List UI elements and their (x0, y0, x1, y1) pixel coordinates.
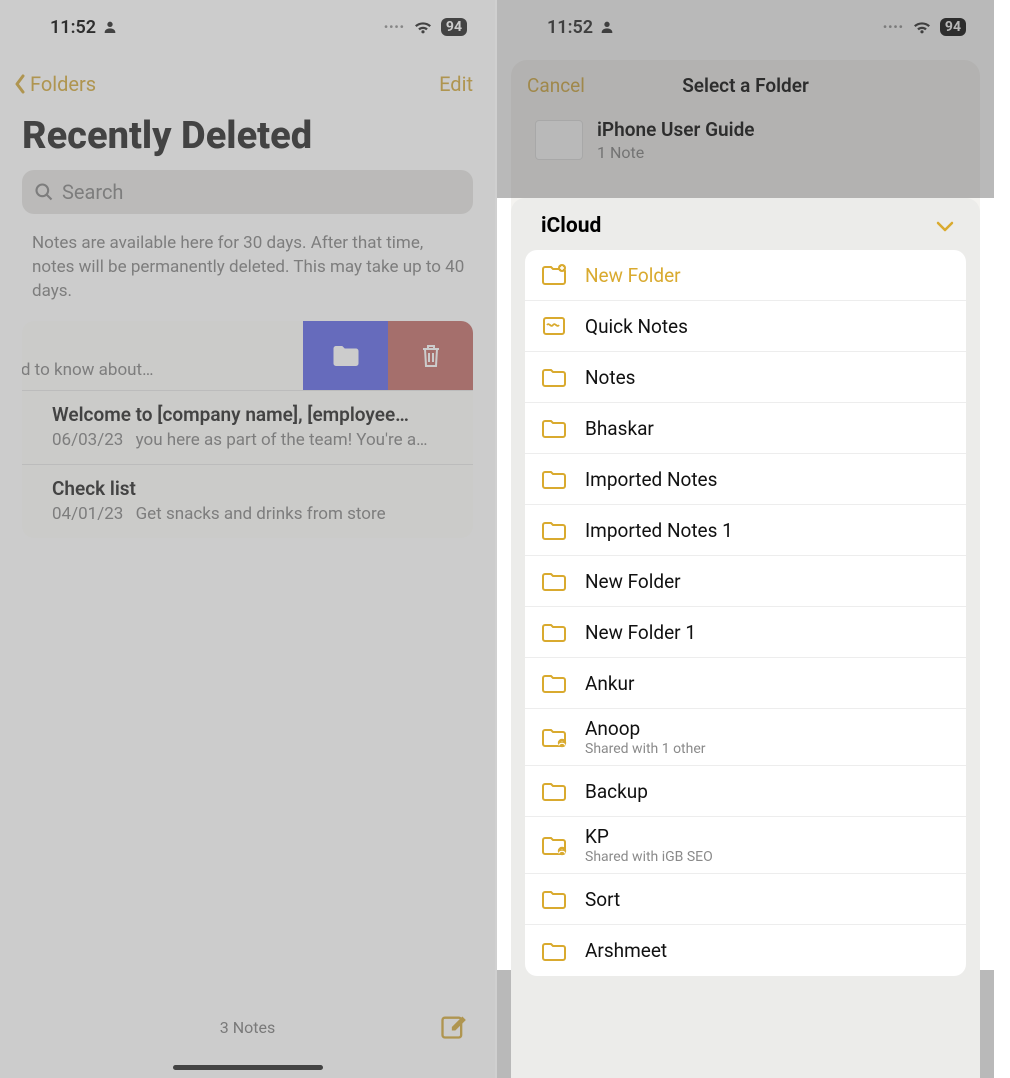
section-icloud: iCloud (541, 214, 601, 238)
folder-picker-sheet: iCloud New Folder Quick Notes Notes (511, 198, 980, 1078)
selected-note: iPhone User Guide 1 Note (511, 110, 980, 180)
folder-row[interactable]: Quick Notes (525, 301, 966, 352)
folder-name: Imported Notes 1 (585, 519, 733, 542)
note-date: 06/03/23 (52, 430, 123, 450)
back-label: Folders (30, 72, 96, 96)
notes-list: iide ything you need to know about… Welc… (22, 321, 473, 538)
search-icon (34, 182, 54, 202)
folder-row[interactable]: Bhaskar (525, 403, 966, 454)
status-bar: 11:52 •••• 94 (497, 0, 994, 54)
folder-icon (541, 940, 567, 962)
folder-row[interactable]: Imported Notes 1 (525, 505, 966, 556)
folder-name: KP (585, 825, 713, 848)
notes-count: 3 Notes (220, 1018, 275, 1037)
collapse-section-button[interactable] (936, 220, 954, 232)
folder-name: Backup (585, 780, 648, 803)
folder-name: Arshmeet (585, 939, 667, 962)
folder-icon (541, 621, 567, 643)
folder-icon (331, 343, 361, 369)
edit-button[interactable]: Edit (439, 72, 473, 96)
bottom-toolbar: 3 Notes (0, 1002, 495, 1052)
note-title: Welcome to [company name], [employee… (52, 403, 453, 426)
new-folder-label: New Folder (585, 264, 681, 287)
status-time: 11:52 (547, 17, 593, 38)
retention-info: Notes are available here for 30 days. Af… (0, 214, 495, 311)
battery-badge: 94 (940, 18, 966, 36)
folder-name: Imported Notes (585, 468, 717, 491)
folder-row[interactable]: KP Shared with iGB SEO (525, 817, 966, 874)
note-thumbnail (535, 120, 583, 160)
folder-row[interactable]: Anoop Shared with 1 other (525, 709, 966, 766)
folder-name: New Folder (585, 570, 681, 593)
folder-subtitle: Shared with 1 other (585, 741, 706, 757)
note-snippet: ything you need to know about… (22, 360, 303, 380)
screenshot-select-folder: 11:52 •••• 94 Cancel Select a Folder iPh… (497, 0, 994, 1078)
modal-title: Select a Folder (682, 74, 809, 97)
folder-icon (541, 780, 567, 802)
folder-subtitle: Shared with iGB SEO (585, 849, 713, 865)
folder-icon (541, 366, 567, 388)
note-row-swiped[interactable]: iide ything you need to know about… (22, 321, 473, 391)
folder-row[interactable]: Imported Notes (525, 454, 966, 505)
folder-name: Quick Notes (585, 315, 688, 338)
note-date: 04/01/23 (52, 504, 123, 524)
folder-name: New Folder 1 (585, 621, 696, 644)
back-folders-button[interactable]: Folders (14, 72, 96, 96)
note-title: iide (22, 333, 303, 356)
status-time: 11:52 (50, 17, 96, 38)
folder-row[interactable]: New Folder (525, 556, 966, 607)
cellular-dots-icon: •••• (384, 20, 405, 34)
folder-name: Anoop (585, 717, 706, 740)
battery-badge: 94 (441, 18, 467, 36)
folder-list: New Folder Quick Notes Notes Bhaskar Imp… (525, 250, 966, 976)
folder-name: Ankur (585, 672, 634, 695)
swipe-move-button[interactable] (303, 321, 388, 390)
wifi-icon (413, 19, 433, 35)
folder-row[interactable]: New Folder 1 (525, 607, 966, 658)
home-indicator[interactable] (173, 1065, 323, 1070)
folder-icon (541, 672, 567, 694)
folder-icon (541, 519, 567, 541)
folder-name: Notes (585, 366, 636, 389)
new-folder-button[interactable]: New Folder (525, 250, 966, 301)
note-row[interactable]: Check list 04/01/23 Get snacks and drink… (22, 465, 473, 538)
folder-row[interactable]: Sort (525, 874, 966, 925)
search-placeholder: Search (62, 180, 123, 204)
note-snippet: you here as part of the team! You're a… (136, 430, 428, 450)
cancel-button[interactable]: Cancel (527, 74, 585, 97)
wifi-icon (912, 19, 932, 35)
note-row[interactable]: Welcome to [company name], [employee… 06… (22, 391, 473, 465)
search-input[interactable]: Search (22, 170, 473, 214)
swipe-delete-button[interactable] (388, 321, 473, 390)
modal-header: Cancel Select a Folder (511, 60, 980, 110)
folder-icon (541, 468, 567, 490)
screenshot-recently-deleted: 11:52 •••• 94 Folders Edit Recently Dele… (0, 0, 497, 1078)
folder-icon (541, 417, 567, 439)
profile-icon (599, 19, 615, 35)
folder-icon (541, 570, 567, 592)
folder-name: Sort (585, 888, 620, 911)
folder-row[interactable]: Arshmeet (525, 925, 966, 976)
shared-folder-icon (541, 834, 567, 856)
note-title: Check list (52, 477, 453, 500)
quick-notes-icon (541, 315, 567, 337)
profile-icon (102, 19, 118, 35)
folder-name: Bhaskar (585, 417, 654, 440)
folder-row[interactable]: Ankur (525, 658, 966, 709)
selected-note-count: 1 Note (597, 143, 754, 162)
shared-folder-icon (541, 726, 567, 748)
folder-row[interactable]: Notes (525, 352, 966, 403)
compose-button[interactable] (439, 1013, 467, 1041)
cellular-dots-icon: •••• (883, 20, 904, 34)
page-title: Recently Deleted (0, 96, 495, 170)
note-snippet: Get snacks and drinks from store (136, 504, 386, 524)
selected-note-title: iPhone User Guide (597, 118, 754, 141)
folder-icon (541, 888, 567, 910)
status-bar: 11:52 •••• 94 (0, 0, 495, 54)
trash-icon (419, 342, 443, 370)
folder-row[interactable]: Backup (525, 766, 966, 817)
folder-plus-icon (541, 264, 567, 286)
